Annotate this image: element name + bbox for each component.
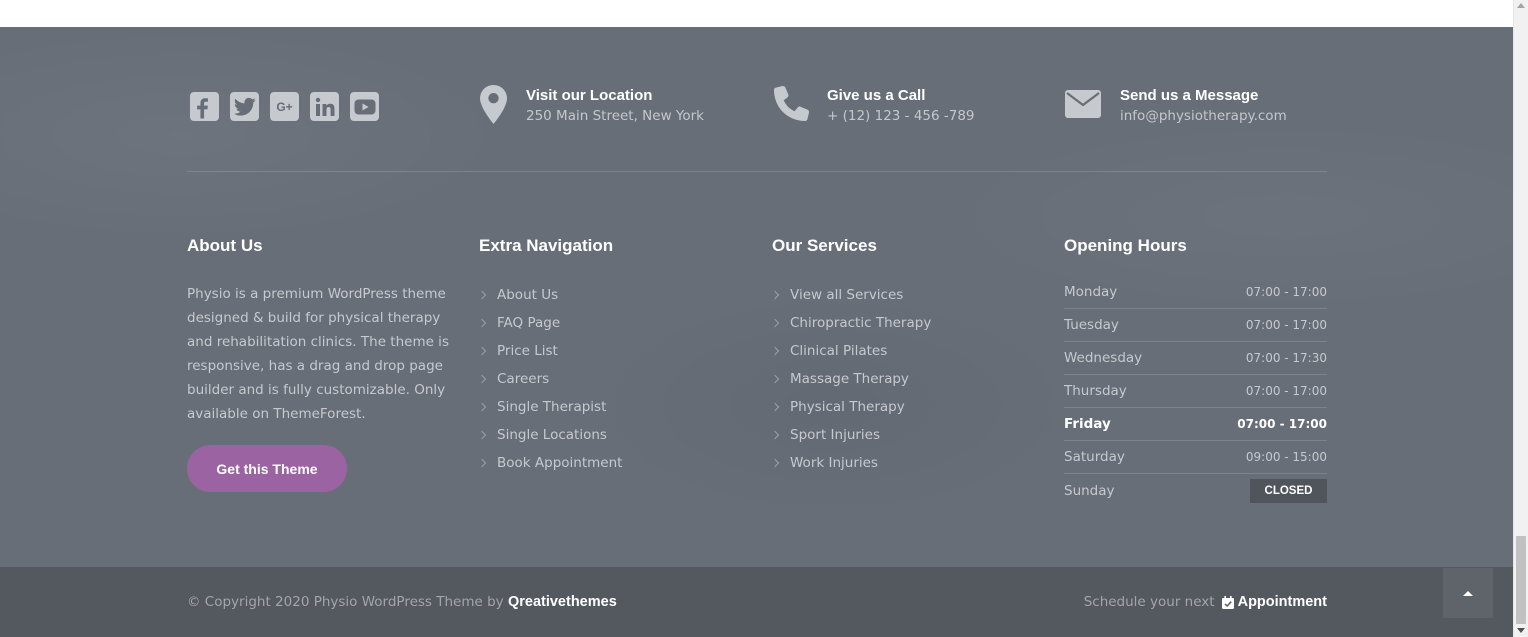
extra-nav-item[interactable]: Single Locations (477, 421, 622, 449)
copyright: © Copyright 2020 Physio WordPress Theme … (187, 594, 617, 610)
chevron-right-icon (770, 402, 780, 412)
chevron-right-icon (770, 430, 780, 440)
appointment-link[interactable]: Appointment (1238, 594, 1327, 610)
chevron-right-icon (477, 402, 487, 412)
caret-up-icon (1463, 590, 1473, 596)
scroll-thumb[interactable] (1516, 536, 1526, 624)
chevron-right-icon (477, 346, 487, 356)
footer-divider (187, 171, 1327, 172)
extra-nav-title: Extra Navigation (479, 236, 614, 255)
extra-nav-item[interactable]: FAQ Page (477, 309, 622, 337)
service-item[interactable]: Chiropractic Therapy (770, 309, 931, 337)
chevron-right-icon (477, 318, 487, 328)
schedule-appointment: Schedule your next Appointment (1083, 594, 1327, 610)
scroll-down-icon[interactable] (1517, 628, 1525, 633)
extra-nav-item[interactable]: Careers (477, 365, 622, 393)
about-title: About Us (187, 236, 263, 255)
contact-message: Send us a Message info@physiotherapy.com (1064, 85, 1287, 125)
call-title: Give us a Call (827, 87, 926, 104)
chevron-right-icon (477, 374, 487, 384)
twitter-icon[interactable] (230, 92, 259, 121)
extra-nav-list: About Us FAQ Page Price List Careers Sin… (477, 281, 622, 477)
hours-row: Wednesday 07:00 - 17:30 (1064, 342, 1327, 375)
service-item[interactable]: View all Services (770, 281, 931, 309)
chevron-right-icon (477, 430, 487, 440)
envelope-icon (1064, 85, 1101, 125)
message-title: Send us a Message (1120, 87, 1259, 104)
location-title: Visit our Location (526, 87, 653, 104)
chevron-right-icon (770, 318, 780, 328)
services-title: Our Services (772, 236, 877, 255)
phone-icon (771, 85, 811, 125)
service-item[interactable]: Work Injuries (770, 449, 931, 477)
chevron-right-icon (477, 290, 487, 300)
hours-row: Tuesday 07:00 - 17:00 (1064, 309, 1327, 342)
hours-row-today: Friday 07:00 - 17:00 (1064, 408, 1327, 441)
linkedin-icon[interactable] (310, 92, 339, 121)
hours-table: Monday 07:00 - 17:00 Tuesday 07:00 - 17:00… (1064, 276, 1327, 507)
extra-nav-item[interactable]: Single Therapist (477, 393, 622, 421)
service-item[interactable]: Massage Therapy (770, 365, 931, 393)
scroll-up-icon[interactable] (1517, 3, 1525, 8)
calendar-check-icon (1221, 595, 1234, 609)
service-item[interactable]: Clinical Pilates (770, 337, 931, 365)
location-address: 250 Main Street, New York (526, 108, 704, 124)
extra-nav-item[interactable]: Price List (477, 337, 622, 365)
page-content-edge (0, 0, 1513, 27)
youtube-icon[interactable] (350, 92, 379, 121)
back-to-top-button[interactable] (1443, 568, 1493, 618)
facebook-icon[interactable] (190, 92, 219, 121)
google-plus-icon[interactable]: G+ (270, 92, 299, 121)
contact-location: Visit our Location 250 Main Street, New … (479, 85, 704, 125)
about-text: Physio is a premium WordPress theme desi… (187, 286, 449, 422)
hours-row: Saturday 09:00 - 15:00 (1064, 441, 1327, 474)
message-email[interactable]: info@physiotherapy.com (1120, 108, 1287, 125)
closed-badge: CLOSED (1250, 478, 1327, 503)
call-number: + (12) 123 - 456 -789 (827, 108, 975, 124)
brand-link[interactable]: Qreativethemes (508, 594, 617, 610)
hours-row: Monday 07:00 - 17:00 (1064, 276, 1327, 309)
hours-title: Opening Hours (1064, 236, 1187, 255)
chevron-right-icon (770, 374, 780, 384)
page-scrollbar[interactable] (1513, 0, 1528, 637)
extra-nav-item[interactable]: About Us (477, 281, 622, 309)
services-list: View all Services Chiropractic Therapy C… (770, 281, 931, 477)
chevron-right-icon (770, 290, 780, 300)
hours-row: Sunday CLOSED (1064, 474, 1327, 507)
contact-call: Give us a Call + (12) 123 - 456 -789 (771, 85, 975, 125)
social-icons: G+ (190, 92, 379, 121)
service-item[interactable]: Physical Therapy (770, 393, 931, 421)
chevron-right-icon (770, 346, 780, 356)
map-pin-icon (479, 85, 507, 125)
extra-nav-item[interactable]: Book Appointment (477, 449, 622, 477)
chevron-right-icon (770, 458, 780, 468)
get-theme-button[interactable]: Get this Theme (187, 445, 347, 492)
hours-row: Thursday 07:00 - 17:00 (1064, 375, 1327, 408)
service-item[interactable]: Sport Injuries (770, 421, 931, 449)
chevron-right-icon (477, 458, 487, 468)
